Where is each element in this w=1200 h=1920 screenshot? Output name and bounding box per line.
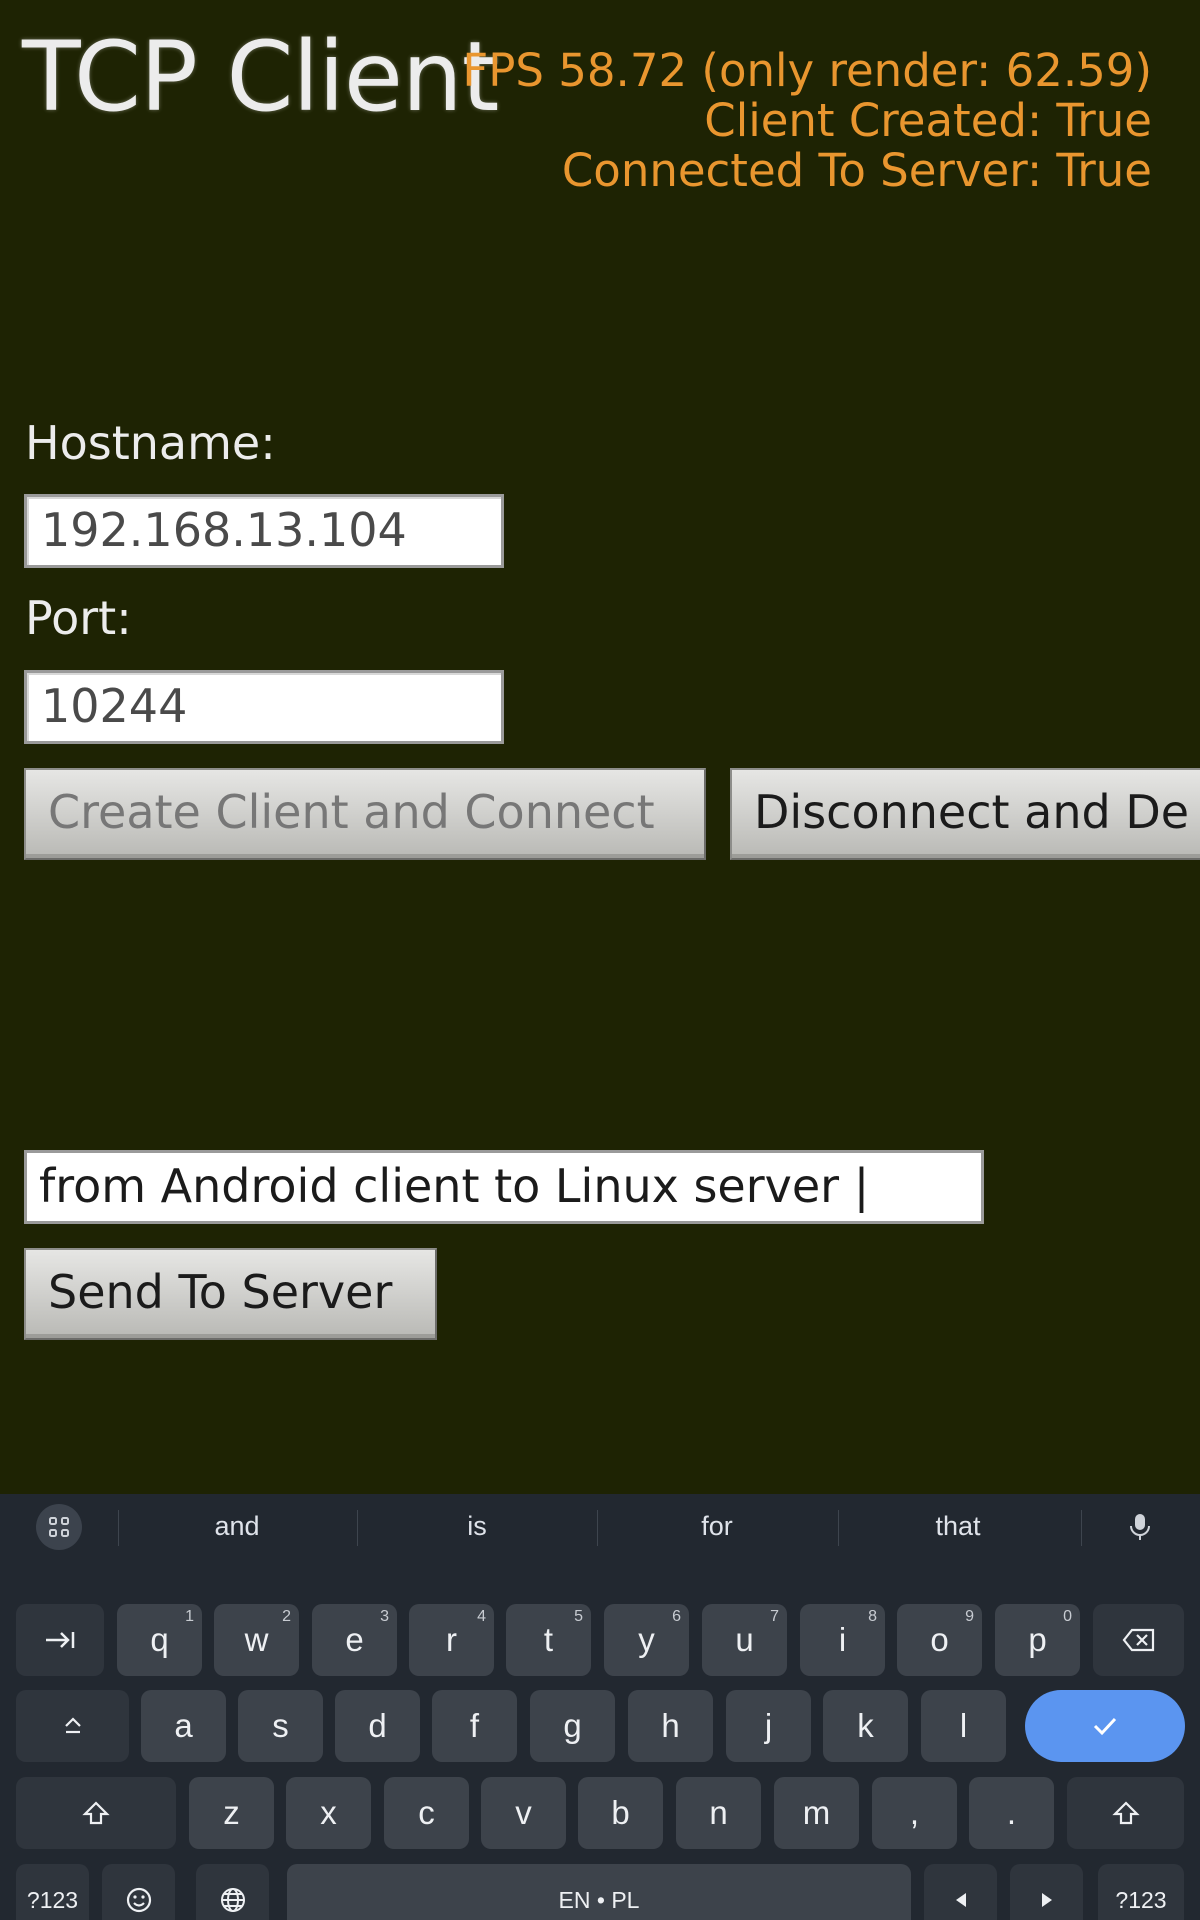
suggestion-item[interactable]: for xyxy=(597,1494,837,1558)
port-input[interactable]: 10244 xyxy=(24,670,504,744)
key-x[interactable]: x xyxy=(286,1777,371,1849)
key-label: i xyxy=(838,1621,847,1658)
backspace-key[interactable] xyxy=(1093,1604,1184,1676)
key-w[interactable]: w2 xyxy=(214,1604,299,1676)
key-hint: 5 xyxy=(574,1608,583,1625)
key-f[interactable]: f xyxy=(432,1690,517,1762)
key-u[interactable]: u7 xyxy=(702,1604,787,1676)
key-hint: 3 xyxy=(380,1608,389,1625)
key-label: ?123 xyxy=(1115,1886,1167,1913)
key-label: w xyxy=(244,1621,269,1658)
key-d[interactable]: d xyxy=(335,1690,420,1762)
shift-icon xyxy=(1111,1801,1140,1825)
arrow-right-key[interactable] xyxy=(1010,1864,1083,1920)
key-label: o xyxy=(930,1621,949,1658)
key-hint: 4 xyxy=(477,1608,486,1625)
tab-icon xyxy=(46,1632,75,1648)
send-to-server-button[interactable]: Send To Server xyxy=(24,1248,437,1340)
key-label: EN • PL xyxy=(558,1886,640,1913)
key-label: e xyxy=(345,1621,364,1658)
key-a[interactable]: a xyxy=(141,1690,226,1762)
caps-lock-key[interactable] xyxy=(16,1690,129,1762)
arrow-left-key[interactable] xyxy=(924,1864,997,1920)
shift-icon xyxy=(82,1801,110,1825)
key-hint: 8 xyxy=(868,1608,877,1625)
shift-key-left[interactable] xyxy=(16,1777,176,1849)
key-l[interactable]: l xyxy=(921,1690,1006,1762)
enter-key[interactable] xyxy=(1025,1690,1185,1762)
create-client-connect-button[interactable]: Create Client and Connect xyxy=(24,768,706,860)
symbols-key-left[interactable]: ?123 xyxy=(16,1864,89,1920)
shift-key-right[interactable] xyxy=(1067,1777,1184,1849)
suggestion-item[interactable]: and xyxy=(117,1494,357,1558)
arrow-left-icon xyxy=(955,1893,966,1907)
key-c[interactable]: c xyxy=(384,1777,469,1849)
key-g[interactable]: g xyxy=(530,1690,615,1762)
key-z[interactable]: z xyxy=(189,1777,274,1849)
key-j[interactable]: j xyxy=(726,1690,811,1762)
mic-icon[interactable] xyxy=(1120,1504,1160,1550)
key-k[interactable]: k xyxy=(823,1690,908,1762)
status-panel: FPS 58.72 (only render: 62.59) Client Cr… xyxy=(462,46,1152,196)
globe-key[interactable] xyxy=(196,1864,269,1920)
app-title: TCP Client xyxy=(22,21,499,133)
key-r[interactable]: r4 xyxy=(409,1604,494,1676)
key-period[interactable]: . xyxy=(969,1777,1054,1849)
port-label: Port: xyxy=(25,591,132,645)
key-m[interactable]: m xyxy=(774,1777,859,1849)
key-hint: 2 xyxy=(282,1608,291,1625)
key-i[interactable]: i8 xyxy=(800,1604,885,1676)
key-hint: 0 xyxy=(1063,1608,1072,1625)
backspace-icon xyxy=(1122,1628,1154,1652)
key-comma[interactable]: , xyxy=(872,1777,957,1849)
key-label: y xyxy=(638,1621,655,1658)
key-v[interactable]: v xyxy=(481,1777,566,1849)
key-hint: 9 xyxy=(965,1608,974,1625)
suggestion-item[interactable]: that xyxy=(838,1494,1078,1558)
key-s[interactable]: s xyxy=(238,1690,323,1762)
caps-lock-icon xyxy=(64,1717,81,1734)
space-key[interactable]: EN • PL xyxy=(287,1864,911,1920)
fps-status: FPS 58.72 (only render: 62.59) xyxy=(462,44,1152,97)
key-y[interactable]: y6 xyxy=(604,1604,689,1676)
key-n[interactable]: n xyxy=(676,1777,761,1849)
soft-keyboard: and is for that q1 w2 e3 r4 t5 y6 u7 i8 … xyxy=(0,1494,1200,1920)
tab-key[interactable] xyxy=(16,1604,104,1676)
suggestion-bar: and is for that xyxy=(0,1494,1200,1558)
apps-icon[interactable] xyxy=(36,1504,82,1550)
key-label: u xyxy=(735,1621,754,1658)
message-input[interactable]: from Android client to Linux server | xyxy=(24,1150,984,1224)
client-created-status: Client Created: True xyxy=(704,94,1152,147)
symbols-key-right[interactable]: ?123 xyxy=(1098,1864,1184,1920)
key-q[interactable]: q1 xyxy=(117,1604,202,1676)
key-hint: 1 xyxy=(185,1608,194,1625)
disconnect-button[interactable]: Disconnect and De xyxy=(730,768,1200,860)
divider xyxy=(1081,1510,1082,1546)
key-e[interactable]: e3 xyxy=(312,1604,397,1676)
app-screen: TCP Client FPS 58.72 (only render: 62.59… xyxy=(0,0,1200,1494)
key-t[interactable]: t5 xyxy=(506,1604,591,1676)
key-o[interactable]: o9 xyxy=(897,1604,982,1676)
globe-icon xyxy=(220,1888,245,1912)
hostname-input[interactable]: 192.168.13.104 xyxy=(24,494,504,568)
key-label: q xyxy=(150,1621,169,1658)
hostname-label: Hostname: xyxy=(25,416,276,470)
key-hint: 7 xyxy=(770,1608,779,1625)
key-label: r xyxy=(446,1621,457,1658)
emoji-key[interactable] xyxy=(102,1864,175,1920)
key-b[interactable]: b xyxy=(578,1777,663,1849)
enter-check-icon xyxy=(1093,1717,1117,1736)
key-label: ?123 xyxy=(26,1886,79,1913)
arrow-right-icon xyxy=(1041,1893,1052,1907)
key-hint: 6 xyxy=(672,1608,681,1625)
connected-status: Connected To Server: True xyxy=(561,144,1152,197)
emoji-icon xyxy=(126,1887,151,1913)
suggestion-item[interactable]: is xyxy=(357,1494,597,1558)
key-h[interactable]: h xyxy=(628,1690,713,1762)
key-label: p xyxy=(1028,1621,1047,1658)
key-label: t xyxy=(543,1621,554,1658)
key-p[interactable]: p0 xyxy=(995,1604,1080,1676)
